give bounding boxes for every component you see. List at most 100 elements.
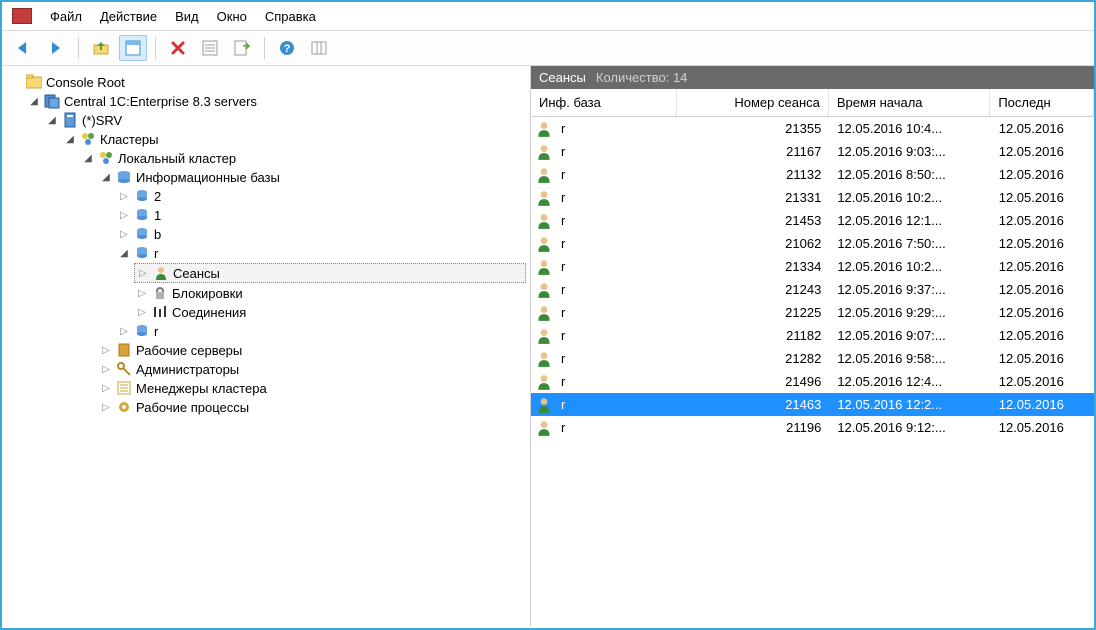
cell-last-time: 12.05.2016	[991, 167, 1094, 182]
lock-icon	[152, 285, 168, 301]
back-button[interactable]	[10, 35, 38, 61]
cell-infobase: r	[553, 167, 678, 182]
columns-button[interactable]	[305, 35, 333, 61]
tree-admins[interactable]: Администраторы	[98, 360, 526, 378]
tree-db-b[interactable]: b	[116, 225, 526, 243]
properties-button[interactable]	[119, 35, 147, 61]
tree-db-2[interactable]: 2	[116, 187, 526, 205]
tree-label: 2	[154, 189, 161, 204]
session-row[interactable]: r2116712.05.2016 9:03:...12.05.2016	[531, 140, 1094, 163]
cell-session-num: 21225	[678, 305, 830, 320]
cell-session-num: 21331	[678, 190, 830, 205]
tree-cluster-managers[interactable]: Менеджеры кластера	[98, 379, 526, 397]
expand-toggle[interactable]	[64, 133, 76, 145]
tree-db-r[interactable]: r	[116, 244, 526, 262]
help-button[interactable]: ?	[273, 35, 301, 61]
expand-toggle[interactable]	[137, 267, 149, 279]
tree-connections[interactable]: Соединения	[134, 303, 526, 321]
tree-pane[interactable]: Console Root Central 1C:Enterprise 8.3 s…	[2, 66, 531, 626]
expand-toggle[interactable]	[118, 325, 130, 337]
folder-icon	[26, 74, 42, 90]
list-button[interactable]	[196, 35, 224, 61]
cell-start-time: 12.05.2016 12:4...	[829, 374, 990, 389]
tree-console-root[interactable]: Console Root	[8, 73, 526, 91]
expand-toggle[interactable]	[100, 171, 112, 183]
session-row[interactable]: r2135512.05.2016 10:4...12.05.2016	[531, 117, 1094, 140]
delete-button[interactable]	[164, 35, 192, 61]
cluster-icon	[80, 131, 96, 147]
tree-local-cluster[interactable]: Локальный кластер	[80, 149, 526, 167]
cell-start-time: 12.05.2016 10:2...	[829, 259, 990, 274]
session-row[interactable]: r2106212.05.2016 7:50:...12.05.2016	[531, 232, 1094, 255]
expand-toggle[interactable]	[100, 401, 112, 413]
cell-start-time: 12.05.2016 12:2...	[829, 397, 990, 412]
tree-label: b	[154, 227, 161, 242]
cell-infobase: r	[553, 351, 678, 366]
expand-toggle[interactable]	[136, 287, 148, 299]
database-icon	[134, 323, 150, 339]
col-session[interactable]: Номер сеанса	[677, 89, 829, 116]
toolbar-separator	[264, 37, 265, 59]
cell-infobase: r	[553, 213, 678, 228]
session-row[interactable]: r2113212.05.2016 8:50:...12.05.2016	[531, 163, 1094, 186]
up-folder-button[interactable]	[87, 35, 115, 61]
cell-start-time: 12.05.2016 9:07:...	[829, 328, 990, 343]
expand-toggle[interactable]	[82, 152, 94, 164]
cell-last-time: 12.05.2016	[991, 305, 1094, 320]
session-row[interactable]: r2122512.05.2016 9:29:...12.05.2016	[531, 301, 1094, 324]
cell-infobase: r	[553, 282, 678, 297]
cell-session-num: 21167	[678, 144, 830, 159]
database-icon	[134, 226, 150, 242]
expand-toggle[interactable]	[100, 363, 112, 375]
server-group-icon	[44, 93, 60, 109]
session-row[interactable]: r2118212.05.2016 9:07:...12.05.2016	[531, 324, 1094, 347]
cell-last-time: 12.05.2016	[991, 328, 1094, 343]
expand-toggle[interactable]	[100, 382, 112, 394]
tree-sessions[interactable]: Сеансы	[134, 263, 526, 283]
tree-work-servers[interactable]: Рабочие серверы	[98, 341, 526, 359]
menu-help[interactable]: Справка	[265, 9, 316, 24]
column-headers[interactable]: Инф. база Номер сеанса Время начала Посл…	[531, 89, 1094, 117]
export-button[interactable]	[228, 35, 256, 61]
tree-db-r2[interactable]: r	[116, 322, 526, 340]
col-last[interactable]: Последн	[990, 89, 1094, 116]
list-icon	[116, 380, 132, 396]
forward-button[interactable]	[42, 35, 70, 61]
cell-start-time: 12.05.2016 9:12:...	[829, 420, 990, 435]
cell-infobase: r	[553, 144, 678, 159]
tree-infobases[interactable]: Информационные базы	[98, 168, 526, 186]
expand-toggle[interactable]	[118, 209, 130, 221]
cell-session-num: 21062	[678, 236, 830, 251]
expand-toggle[interactable]	[28, 95, 40, 107]
list-pane: Сеансы Количество: 14 Инф. база Номер се…	[531, 66, 1094, 626]
tree-work-processes[interactable]: Рабочие процессы	[98, 398, 526, 416]
session-row[interactable]: r2124312.05.2016 9:37:...12.05.2016	[531, 278, 1094, 301]
expand-toggle[interactable]	[136, 306, 148, 318]
session-row[interactable]: r2119612.05.2016 9:12:...12.05.2016	[531, 416, 1094, 439]
session-row[interactable]: r2133412.05.2016 10:2...12.05.2016	[531, 255, 1094, 278]
expand-toggle[interactable]	[118, 247, 130, 259]
session-row[interactable]: r2146312.05.2016 12:2...12.05.2016	[531, 393, 1094, 416]
col-infobase[interactable]: Инф. база	[531, 89, 677, 116]
expand-toggle[interactable]	[118, 190, 130, 202]
session-row[interactable]: r2145312.05.2016 12:1...12.05.2016	[531, 209, 1094, 232]
tree-label: Информационные базы	[136, 170, 280, 185]
col-start[interactable]: Время начала	[829, 89, 990, 116]
tree-db-1[interactable]: 1	[116, 206, 526, 224]
tree-label: 1	[154, 208, 161, 223]
tree-srv[interactable]: (*)SRV	[44, 111, 526, 129]
menu-action[interactable]: Действие	[100, 9, 157, 24]
expand-toggle[interactable]	[46, 114, 58, 126]
menu-file[interactable]: Файл	[50, 9, 82, 24]
expand-toggle[interactable]	[100, 344, 112, 356]
tree-locks[interactable]: Блокировки	[134, 284, 526, 302]
tree-clusters[interactable]: Кластеры	[62, 130, 526, 148]
user-icon	[535, 212, 553, 230]
session-row[interactable]: r2149612.05.2016 12:4...12.05.2016	[531, 370, 1094, 393]
session-row[interactable]: r2133112.05.2016 10:2...12.05.2016	[531, 186, 1094, 209]
session-row[interactable]: r2128212.05.2016 9:58:...12.05.2016	[531, 347, 1094, 370]
menu-window[interactable]: Окно	[217, 9, 247, 24]
tree-central-servers[interactable]: Central 1C:Enterprise 8.3 servers	[26, 92, 526, 110]
expand-toggle[interactable]	[118, 228, 130, 240]
menu-view[interactable]: Вид	[175, 9, 199, 24]
